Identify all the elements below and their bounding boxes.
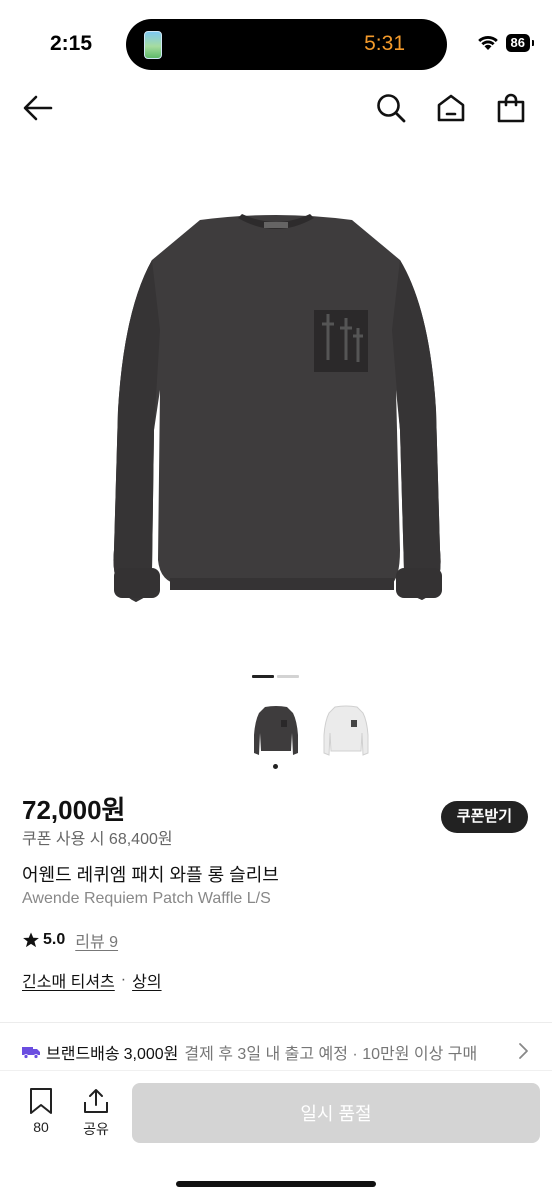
search-icon	[377, 94, 406, 123]
app-icon	[144, 31, 162, 59]
reviews-link[interactable]: 리뷰 9	[75, 928, 118, 952]
nav-actions	[372, 90, 530, 126]
home-indicator	[176, 1181, 376, 1187]
cart-button[interactable]	[492, 90, 530, 126]
chevron-right-icon	[519, 1043, 528, 1059]
thumbnail-dark[interactable]	[250, 702, 302, 760]
dynamic-island[interactable]: 5:31	[126, 19, 447, 70]
color-thumbnails	[250, 702, 372, 760]
truck-icon	[22, 1047, 40, 1059]
image-pager	[252, 675, 299, 678]
thumbnail-light[interactable]	[320, 702, 372, 760]
shopping-bag-icon	[497, 93, 525, 123]
share-label: 공유	[83, 1121, 109, 1137]
coupon-button[interactable]: 쿠폰받기	[440, 801, 528, 833]
section-divider	[0, 1022, 552, 1023]
selected-thumbnail-indicator	[273, 764, 278, 769]
pager-dot-active	[252, 675, 274, 678]
home-icon	[437, 94, 465, 122]
thumb-light-shirt	[323, 705, 369, 756]
sweatshirt-image	[113, 214, 442, 602]
shipping-detail: 결제 후 3일 내 출고 예정 · 10만원 이상 구매	[184, 1046, 478, 1063]
like-count: 80	[33, 1119, 49, 1135]
category-link-top[interactable]: 상의	[132, 968, 161, 992]
product-title-en: Awende Requiem Patch Waffle L/S	[22, 890, 271, 907]
back-arrow-icon	[23, 95, 53, 121]
category-link-longsleeve[interactable]: 긴소매 티셔츠	[22, 968, 115, 992]
rating: 5.0 리뷰 9	[22, 928, 118, 952]
shipping-fee: 3,000원	[123, 1046, 179, 1063]
breadcrumb: 긴소매 티셔츠 · 상의	[22, 968, 162, 992]
bookmark-icon	[30, 1088, 52, 1114]
shipping-brand: 브랜드배송	[46, 1046, 120, 1063]
home-button[interactable]	[432, 90, 470, 126]
pager-dot	[277, 675, 299, 678]
top-nav	[0, 86, 552, 130]
thumb-dark-shirt	[254, 706, 298, 755]
status-time: 2:15	[50, 32, 93, 55]
rating-score: 5.0	[43, 931, 66, 948]
product-price: 72,000원	[22, 795, 126, 825]
star-icon	[23, 932, 39, 948]
status-indicators: 86	[477, 34, 535, 52]
shipping-info[interactable]: 브랜드배송 3,000원 결제 후 3일 내 출고 예정 · 10만원 이상 구…	[22, 1040, 532, 1064]
shipping-chevron-button[interactable]	[516, 1040, 532, 1062]
share-button[interactable]: 공유	[74, 1087, 118, 1139]
wifi-icon	[477, 35, 498, 50]
back-button[interactable]	[20, 90, 56, 126]
product-image[interactable]	[100, 190, 452, 620]
coupon-price: 쿠폰 사용 시 68,400원	[22, 831, 173, 848]
product-title: 어웬드 레퀴엠 패치 와플 롱 슬리브	[22, 865, 279, 885]
status-bar: 2:15 5:31 86	[0, 0, 552, 80]
soldout-button[interactable]: 일시 품절	[132, 1083, 540, 1143]
patch-graphic	[314, 310, 368, 372]
breadcrumb-separator: ·	[120, 971, 127, 988]
timer-text: 5:31	[364, 32, 405, 55]
share-icon	[84, 1089, 108, 1113]
battery-indicator: 86	[505, 34, 535, 52]
search-button[interactable]	[372, 90, 410, 126]
like-button[interactable]: 80	[19, 1087, 63, 1135]
